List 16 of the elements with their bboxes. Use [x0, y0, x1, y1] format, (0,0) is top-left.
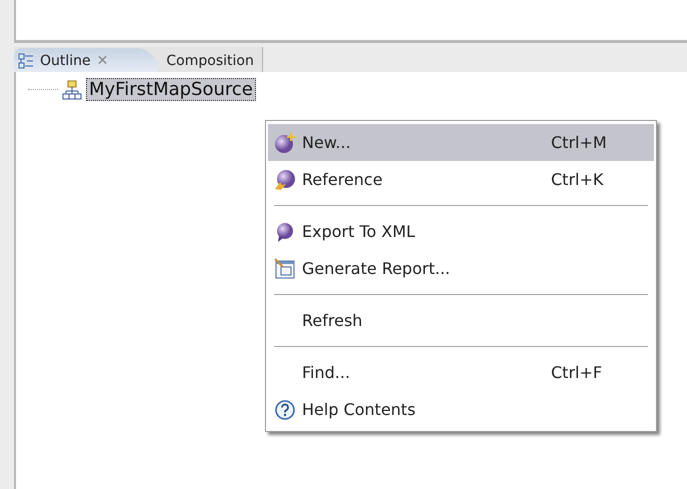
menu-item[interactable]: New... Ctrl+M — [268, 124, 654, 161]
tab[interactable]: Outline ✕ — [14, 48, 158, 74]
hierarchy-icon — [62, 80, 82, 100]
menu-item[interactable]: Reference Ctrl+K — [268, 161, 654, 198]
menu-item[interactable]: Find... Ctrl+F — [268, 354, 654, 391]
sparkle-sphere-icon — [274, 132, 296, 154]
tab[interactable]: Composition — [158, 48, 262, 74]
outline-icon — [18, 53, 34, 69]
menu-item[interactable]: Generate Report... — [268, 250, 654, 287]
menu-item[interactable]: Export To XML — [268, 213, 654, 250]
tree-item[interactable]: MyFirstMapSource — [86, 78, 256, 101]
menu-item[interactable]: Refresh — [268, 302, 654, 339]
sphere-bubble-icon — [274, 220, 296, 242]
report-icon — [274, 258, 296, 280]
menu-item[interactable]: Help Contents — [268, 391, 654, 428]
help-icon — [274, 398, 296, 420]
